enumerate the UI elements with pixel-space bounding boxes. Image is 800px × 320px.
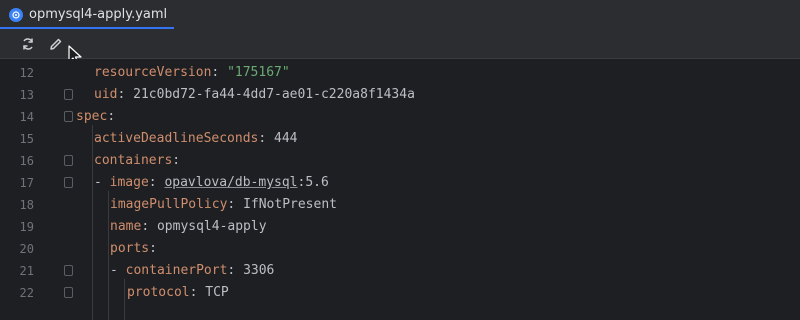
image-link[interactable]: opavlova/db-mysql [164,175,297,190]
fold-marker-icon[interactable] [64,111,73,122]
yaml-key: activeDeadlineSeconds [94,131,259,146]
code-line[interactable]: 18 imagePullPolicy: IfNotPresent [0,194,800,216]
yaml-value: :5.6 [297,175,329,190]
code-text: uid: 21c0bd72-fa44-4dd7-ae01-c220a8f1434… [94,84,415,106]
line-number: 17 [19,176,34,190]
code-text: spec: [76,106,115,128]
list-dash: - [94,175,110,190]
code-line[interactable]: 22 protocol: TCP [0,282,800,304]
yaml-separator: : [172,153,181,168]
yaml-separator: : [258,131,275,146]
line-number: 13 [19,88,34,102]
code-text: activeDeadlineSeconds: 444 [94,128,298,150]
yaml-separator: : [227,197,244,212]
code-text: resourceVersion: "175167" [94,62,290,84]
list-dash: - [110,263,126,278]
code-line[interactable]: 21 - containerPort: 3306 [0,260,800,282]
yaml-key: image [109,175,149,190]
yaml-key: imagePullPolicy [110,197,228,212]
refresh-button[interactable] [18,34,38,54]
yaml-key: containers [94,153,173,168]
yaml-key: protocol [127,285,190,300]
yaml-separator: : [148,175,165,190]
code-text: - image: opavlova/db-mysql:5.6 [94,172,329,194]
yaml-value: opmysql4-apply [156,219,267,234]
edit-icon [50,38,62,50]
code-text: imagePullPolicy: IfNotPresent [110,194,337,216]
fold-marker-icon[interactable] [64,155,73,166]
code-text: containers: [94,150,180,172]
code-line[interactable]: 12 resourceVersion: "175167" [0,62,800,84]
yaml-separator: : [107,109,116,124]
line-number: 15 [19,132,34,146]
fold-marker-icon[interactable] [64,177,73,188]
yaml-value: IfNotPresent [243,197,337,212]
yaml-separator: : [227,263,244,278]
yaml-separator: : [141,219,157,234]
code-line[interactable]: 17 - image: opavlova/db-mysql:5.6 [0,172,800,194]
code-line[interactable]: 15 activeDeadlineSeconds: 444 [0,128,800,150]
editor-toolbar [0,29,800,59]
yaml-value: 21c0bd72-fa44-4dd7-ae01-c220a8f1434a [133,87,415,102]
code-line[interactable]: 20 ports: [0,238,800,260]
yaml-separator: : [117,87,134,102]
tab-bar: opmysql4-apply.yaml [0,0,800,30]
code-line[interactable]: 19 name: opmysql4-apply [0,216,800,238]
tab-opmysql4-apply[interactable]: opmysql4-apply.yaml [0,0,174,29]
code-line[interactable]: 13 uid: 21c0bd72-fa44-4dd7-ae01-c220a8f14… [0,84,800,106]
yaml-separator: : [211,65,228,80]
edit-button[interactable] [46,34,66,54]
tab-label: opmysql4-apply.yaml [29,7,168,22]
code-text: protocol: TCP [127,282,229,304]
yaml-key: spec [76,109,108,124]
yaml-key: uid [94,87,118,102]
line-number: 19 [19,220,34,234]
yaml-value: "175167" [227,65,290,80]
code-line[interactable]: 16 containers: [0,150,800,172]
refresh-icon [23,38,33,50]
fold-marker-icon[interactable] [64,89,73,100]
yaml-key: resourceVersion [94,65,212,80]
line-number: 20 [19,242,34,256]
yaml-separator: : [189,285,206,300]
yaml-value: TCP [205,285,229,300]
code-line[interactable]: 14 spec: [0,106,800,128]
code-text: name: opmysql4-apply [110,216,267,238]
fold-marker-icon[interactable] [64,265,73,276]
line-number: 14 [19,110,34,124]
code-text: ports: [110,238,157,260]
yaml-value: 444 [274,131,298,146]
kubernetes-icon [9,7,23,22]
yaml-separator: : [149,241,157,256]
fold-marker-icon[interactable] [64,287,73,298]
line-number: 21 [19,264,34,278]
yaml-key: name [110,219,142,234]
yaml-value: 3306 [243,263,275,278]
line-number: 12 [19,66,34,80]
code-editor[interactable]: 12 resourceVersion: "175167" 13 uid: 21c0bd… [0,59,800,320]
line-number: 16 [19,154,34,168]
yaml-key: containerPort [125,263,228,278]
line-number: 18 [19,198,34,212]
line-number: 22 [19,286,34,300]
code-text: - containerPort: 3306 [110,260,274,282]
yaml-key: ports [110,241,150,256]
